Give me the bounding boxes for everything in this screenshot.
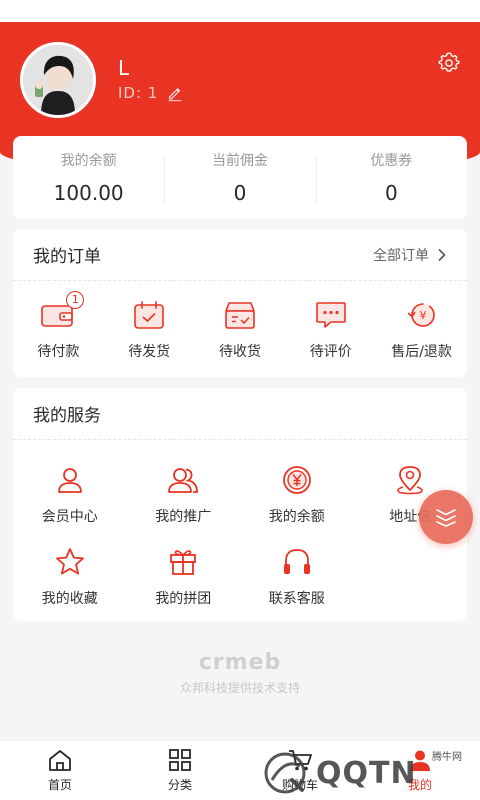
service-member-center[interactable]: 会员中心 [13,462,127,526]
stat-label: 我的余额 [60,152,117,169]
order-badge: 1 [66,291,85,309]
stat-coupons[interactable]: 优惠券 0 [315,151,467,205]
calendar-check-icon [134,301,164,329]
avatar-image [23,45,93,115]
order-label: 待评价 [309,344,352,360]
user-id: ID: 1 [118,84,159,102]
edit-icon[interactable] [166,84,184,102]
stat-value: 100.00 [53,180,124,205]
stat-label: 优惠券 [370,152,413,169]
service-label: 会员中心 [41,509,98,525]
tab-label: 首页 [47,778,72,792]
chevrons-down-icon [436,509,456,527]
watermark-small-text: 腾牛网 [432,752,462,763]
grid-icon [169,749,191,771]
order-pending-payment[interactable]: 1 待付款 [13,291,104,361]
box-icon [225,302,255,329]
services-header: 我的服务 [13,388,467,440]
orders-title: 我的订单 [33,247,101,267]
service-group-buy[interactable]: 我的拼团 [127,544,241,608]
service-label: 我的收藏 [41,591,98,607]
stat-value: 0 [384,180,398,205]
service-label: 我的余额 [268,509,325,525]
services-card: 我的服务 会员中心 我的推广 我的余额 地址信 我的收藏 我的拼团 联系客服 [13,388,467,621]
service-favorites[interactable]: 我的收藏 [13,544,127,608]
stat-commission[interactable]: 当前佣金 0 [164,151,315,205]
tab-label: 分类 [167,778,192,792]
username: L [118,56,130,80]
qqtn-logo-icon [264,752,306,794]
stat-balance[interactable]: 我的余额 100.00 [13,151,164,205]
service-label: 联系客服 [268,591,325,607]
order-label: 售后/退款 [391,344,452,360]
location-icon [397,466,424,495]
yen-coin-icon [282,466,311,494]
chevron-right-icon [438,248,446,261]
service-balance[interactable]: 我的余额 [240,462,354,526]
gift-icon [170,550,197,575]
crmeb-logo: crmeb [198,650,282,675]
order-label: 待付款 [37,344,80,360]
support-text: 众邦科技提供技术支持 [179,681,300,695]
all-orders-label: 全部订单 [373,247,429,264]
order-pending-shipment[interactable]: 待发货 [104,297,195,361]
watermark: QQTN 腾牛网 [262,748,472,798]
stat-label: 当前佣金 [211,152,268,169]
order-pending-receipt[interactable]: 待收货 [195,297,286,361]
order-status-grid: 1 待付款 待发货 待收货 待评价 ¥ 售后/退款 [13,281,467,361]
refund-icon: ¥ [407,303,435,327]
service-label: 我的拼团 [155,591,212,607]
tab-home[interactable]: 首页 [0,741,120,800]
gear-icon[interactable] [438,52,460,74]
order-label: 待发货 [128,344,171,360]
service-customer-service[interactable]: 联系客服 [240,544,354,608]
orders-header: 我的订单 全部订单 [13,229,467,281]
svg-text:¥: ¥ [419,309,426,322]
tech-support: crmeb 众邦科技提供技术支持 [0,650,480,696]
floating-menu-button[interactable] [419,490,473,544]
star-icon [55,548,84,575]
stats-card: 我的余额 100.00 当前佣金 0 优惠券 0 [13,136,467,219]
user-id-row: ID: 1 [118,84,184,102]
services-grid: 会员中心 我的推广 我的余额 地址信 我的收藏 我的拼团 联系客服 [13,440,467,626]
home-icon [49,750,71,771]
services-title: 我的服务 [33,406,101,426]
chat-icon [315,302,346,328]
user-icon [57,468,82,493]
tab-category[interactable]: 分类 [120,741,240,800]
headset-icon [283,549,310,574]
stat-value: 0 [233,180,247,205]
service-label: 我的推广 [155,509,212,525]
order-label: 待收货 [218,344,261,360]
avatar[interactable] [20,42,96,118]
orders-card: 我的订单 全部订单 1 待付款 待发货 待收货 待评价 ¥ 售后/退款 [13,229,467,377]
app-screen: L ID: 1 我的余额 100.00 当前佣金 0 优惠券 0 我的订单 全部… [0,0,480,800]
order-pending-review[interactable]: 待评价 [285,297,376,361]
all-orders-link[interactable]: 全部订单 [373,245,447,265]
service-promotion[interactable]: 我的推广 [127,462,241,526]
status-bar [0,0,480,22]
order-after-sales[interactable]: ¥ 售后/退款 [376,297,467,361]
users-icon [168,468,199,493]
watermark-text: QQTN [316,755,417,791]
